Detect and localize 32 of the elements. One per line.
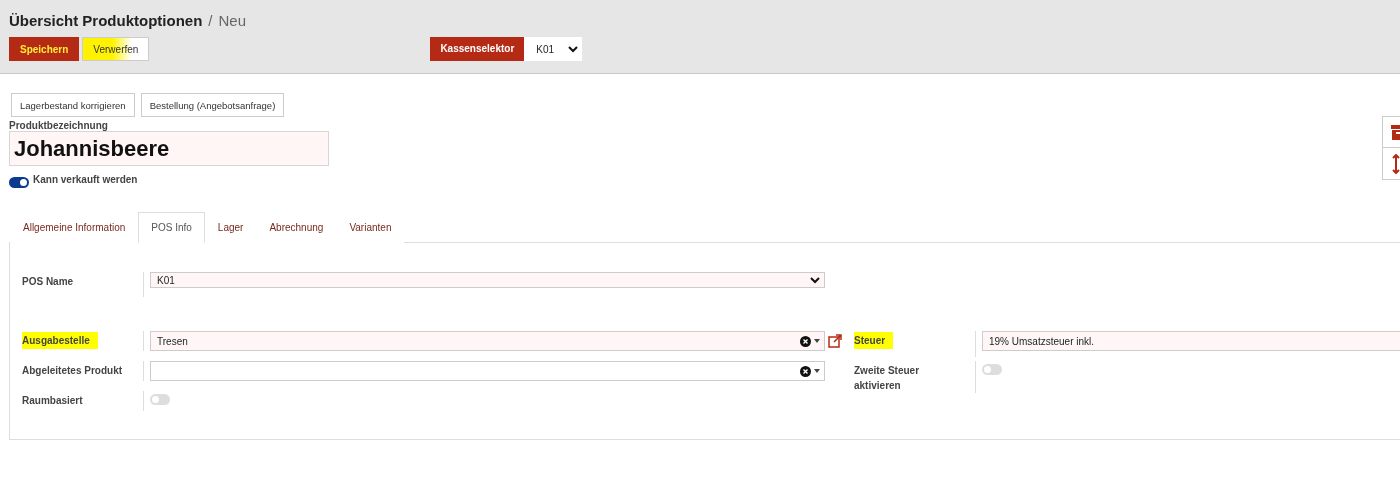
field-label: Raumbasiert <box>22 395 83 406</box>
field-label: Ausgabestelle <box>22 332 98 349</box>
select-field[interactable]: K01 <box>150 272 825 288</box>
breadcrumb-link[interactable]: Übersicht Produktoptionen <box>9 12 203 29</box>
dropdown-field[interactable] <box>150 361 825 381</box>
external-link-icon[interactable] <box>828 334 842 348</box>
field-label: Zweite Steuer aktivieren <box>854 365 920 391</box>
field-label: POS Name <box>22 275 75 289</box>
caret-icon[interactable] <box>814 339 820 343</box>
toggle-switch[interactable] <box>9 177 29 188</box>
chevron-down-icon <box>810 276 820 284</box>
toggle-switch[interactable] <box>982 364 1002 375</box>
clear-icon[interactable] <box>800 365 811 377</box>
field-label: Steuer <box>854 332 894 349</box>
selector-label: Kassenselektor <box>430 37 525 61</box>
action-button[interactable]: Bestellung (Angebotsanfrage) <box>140 93 285 117</box>
register-select[interactable]: K01 <box>524 37 583 61</box>
field-label: Produktbezeichnung <box>9 120 109 131</box>
tab[interactable]: POS Info <box>138 212 205 243</box>
page-title: Neu <box>218 12 247 29</box>
action-button[interactable]: Lagerbestand korrigieren <box>11 93 135 117</box>
field-label: Abgeleitetes Produkt <box>22 365 123 376</box>
clear-icon[interactable] <box>800 335 811 347</box>
product-name-field[interactable]: Johannisbeere <box>9 131 329 166</box>
chevron-down-icon <box>568 45 579 53</box>
toggle-switch[interactable] <box>150 394 170 405</box>
dropdown-field[interactable]: Tresen <box>150 331 825 351</box>
caret-icon[interactable] <box>814 369 820 373</box>
save-button[interactable]: Speichern <box>9 37 80 61</box>
toggle-label: Kann verkauft werden <box>33 174 138 185</box>
text-field[interactable]: 19% Umsatzsteuer inkl. <box>982 331 1400 351</box>
breadcrumb-separator: / <box>208 12 213 29</box>
